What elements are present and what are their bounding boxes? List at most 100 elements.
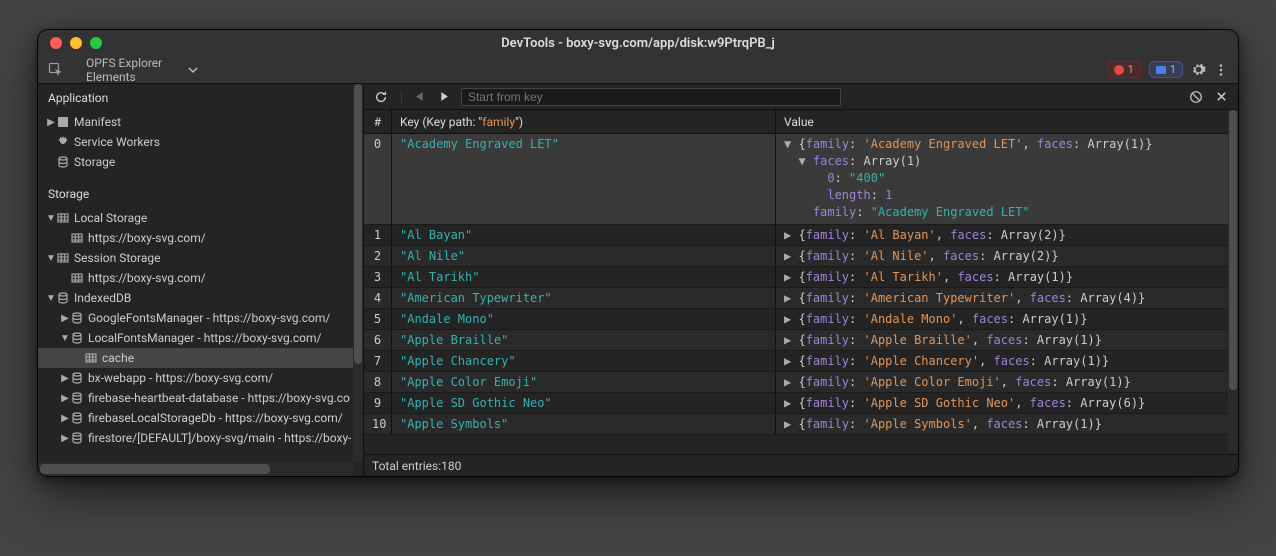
error-count: 1 [1128, 63, 1134, 76]
error-count-badge[interactable]: 1 [1107, 61, 1141, 78]
sidebar-item-idb-db[interactable]: ▶firestore/[DEFAULT]/boxy-svg/main - htt… [38, 428, 363, 448]
table-vscrollbar[interactable] [1228, 110, 1238, 454]
application-sidebar: Application ▶ManifestService WorkersStor… [38, 84, 364, 476]
tree-label: firebaseLocalStorageDb - https://boxy-sv… [88, 411, 343, 425]
sidebar-item-idb-store[interactable]: cache [38, 348, 363, 368]
settings-icon[interactable] [1191, 62, 1206, 77]
row-key: "Al Nile" [392, 246, 776, 266]
row-value[interactable]: ▶ {family: 'Al Nile', faces: Array(2)} [776, 246, 1238, 266]
delete-selected-icon[interactable] [1215, 90, 1228, 103]
message-count-badge[interactable]: 1 [1149, 61, 1183, 78]
close-icon[interactable] [50, 37, 62, 49]
row-key: "American Typewriter" [392, 288, 776, 308]
prev-page-icon[interactable] [415, 91, 426, 102]
table-row[interactable]: 1"Al Bayan"▶ {family: 'Al Bayan', faces:… [364, 225, 1238, 246]
tree-label: https://boxy-svg.com/ [88, 231, 206, 245]
row-index: 4 [364, 288, 392, 308]
disclosure-icon: ▶ [60, 313, 70, 324]
col-header-key[interactable]: Key (Key path: "family") [392, 110, 776, 133]
row-key: "Academy Engraved LET" [392, 134, 776, 224]
row-value[interactable]: ▼ {family: 'Academy Engraved LET', faces… [776, 134, 1238, 224]
tree-label: Manifest [74, 115, 121, 129]
tree-label: Session Storage [74, 251, 160, 265]
sidebar-item-idb-db[interactable]: ▶ firebaseLocalStorageDb - https://boxy-s… [38, 408, 363, 428]
table-row[interactable]: 10"Apple Symbols"▶ {family: 'Apple Symbo… [364, 414, 1238, 435]
tree-label: bx-webapp - https://boxy-svg.com/ [88, 371, 273, 385]
col-header-index[interactable]: # [364, 110, 392, 133]
sidebar-item-indexeddb[interactable]: ▼IndexedDB [38, 288, 363, 308]
kebab-menu-icon[interactable] [1214, 63, 1228, 77]
sidebar-item-idb-db[interactable]: ▶bx-webapp - https://boxy-svg.com/ [38, 368, 363, 388]
table-row[interactable]: 4"American Typewriter"▶ {family: 'Americ… [364, 288, 1238, 309]
database-icon [56, 292, 70, 304]
database-icon [70, 332, 84, 344]
row-value[interactable]: ▶ {family: 'Apple Symbols', faces: Array… [776, 414, 1238, 434]
gear-icon [56, 136, 70, 148]
devtools-tabs: OPFS ExplorerElementsApplicationNetworkS… [38, 56, 1238, 84]
sidebar-item-idb-db[interactable]: ▼ LocalFontsManager - https://boxy-svg.co… [38, 328, 363, 348]
tree-label: Service Workers [74, 135, 160, 149]
idb-table-header: # Key (Key path: "family") Value [364, 110, 1238, 134]
next-page-icon[interactable] [438, 91, 449, 102]
window-title: DevTools - boxy-svg.com/app/disk:w9PtrqP… [38, 36, 1238, 51]
row-index: 10 [364, 414, 392, 434]
sidebar-hscrollbar[interactable] [38, 462, 353, 476]
sidebar-item-manifest[interactable]: ▶ Manifest [38, 112, 363, 132]
col-header-value[interactable]: Value [776, 110, 1238, 133]
tree-label: LocalFontsManager - https://boxy-svg.com… [88, 331, 321, 345]
minimize-icon[interactable] [70, 37, 82, 49]
row-value[interactable]: ▶ {family: 'Apple SD Gothic Neo', faces:… [776, 393, 1238, 413]
refresh-icon[interactable] [374, 90, 388, 104]
disclosure-icon: ▶ [60, 433, 70, 444]
tree-label: Local Storage [74, 211, 147, 225]
idb-toolbar: | [364, 84, 1238, 110]
disclosure-icon: ▼ [46, 253, 56, 264]
row-value[interactable]: ▶ {family: 'American Typewriter', faces:… [776, 288, 1238, 308]
inspect-element-icon[interactable] [38, 56, 74, 83]
zoom-icon[interactable] [90, 37, 102, 49]
tree-label: IndexedDB [74, 291, 131, 305]
row-index: 8 [364, 372, 392, 392]
tab-opfs-explorer[interactable]: OPFS Explorer [74, 56, 174, 70]
row-key: "Al Bayan" [392, 225, 776, 245]
total-entries: 180 [441, 459, 461, 473]
table-row[interactable]: 6"Apple Braille"▶ {family: 'Apple Braill… [364, 330, 1238, 351]
table-row[interactable]: 0"Academy Engraved LET"▼ {family: 'Acade… [364, 134, 1238, 225]
row-key: "Apple SD Gothic Neo" [392, 393, 776, 413]
sidebar-item-local-storage-origin[interactable]: https://boxy-svg.com/ [38, 228, 363, 248]
sidebar-item-idb-db[interactable]: ▶GoogleFontsManager - https://boxy-svg.c… [38, 308, 363, 328]
disclosure-icon: ▼ [60, 333, 70, 344]
table-icon [56, 252, 70, 264]
table-row[interactable]: 7"Apple Chancery"▶ {family: 'Apple Chanc… [364, 351, 1238, 372]
sidebar-item-local-storage[interactable]: ▼Local Storage [38, 208, 363, 228]
row-value[interactable]: ▶ {family: 'Andale Mono', faces: Array(1… [776, 309, 1238, 329]
start-from-key-input[interactable] [461, 88, 841, 106]
more-tabs[interactable] [174, 56, 212, 83]
sidebar-item-session-storage-origin[interactable]: https://boxy-svg.com/ [38, 268, 363, 288]
table-row[interactable]: 2"Al Nile"▶ {family: 'Al Nile', faces: A… [364, 246, 1238, 267]
row-value[interactable]: ▶ {family: 'Apple Chancery', faces: Arra… [776, 351, 1238, 371]
table-icon [84, 352, 98, 364]
sidebar-section-storage: Storage [38, 180, 363, 208]
row-value[interactable]: ▶ {family: 'Apple Color Emoji', faces: A… [776, 372, 1238, 392]
database-icon [70, 372, 84, 384]
sidebar-vscrollbar[interactable] [353, 84, 363, 462]
row-value[interactable]: ▶ {family: 'Apple Braille', faces: Array… [776, 330, 1238, 350]
disclosure-icon: ▶ [46, 117, 56, 128]
table-row[interactable]: 5"Andale Mono"▶ {family: 'Andale Mono', … [364, 309, 1238, 330]
table-row[interactable]: 9"Apple SD Gothic Neo"▶ {family: 'Apple … [364, 393, 1238, 414]
row-key: "Andale Mono" [392, 309, 776, 329]
sidebar-item-storage[interactable]: Storage [38, 152, 363, 172]
table-row[interactable]: 8"Apple Color Emoji"▶ {family: 'Apple Co… [364, 372, 1238, 393]
tab-elements[interactable]: Elements [74, 70, 174, 84]
disclosure-icon: ▶ [60, 413, 70, 424]
table-row[interactable]: 3"Al Tarikh"▶ {family: 'Al Tarikh', face… [364, 267, 1238, 288]
sidebar-item-session-storage[interactable]: ▼ Session Storage [38, 248, 363, 268]
sidebar-item-service-workers[interactable]: Service Workers [38, 132, 363, 152]
row-value[interactable]: ▶ {family: 'Al Tarikh', faces: Array(1)} [776, 267, 1238, 287]
row-key: "Apple Color Emoji" [392, 372, 776, 392]
message-count: 1 [1170, 63, 1176, 76]
sidebar-item-idb-db[interactable]: ▶firebase-heartbeat-database - https://b… [38, 388, 363, 408]
row-value[interactable]: ▶ {family: 'Al Bayan', faces: Array(2)} [776, 225, 1238, 245]
clear-store-icon[interactable] [1189, 90, 1203, 104]
